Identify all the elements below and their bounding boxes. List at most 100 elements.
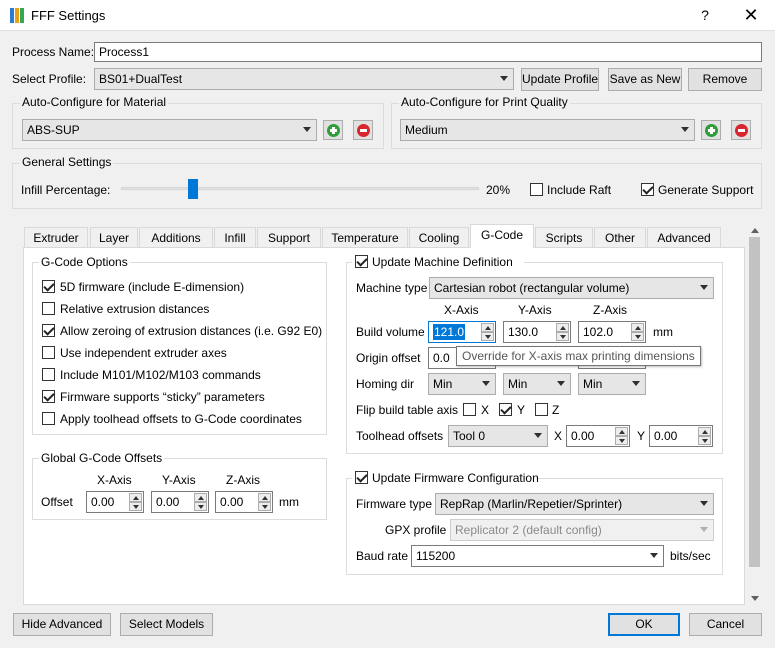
help-button[interactable]: ? — [695, 5, 715, 25]
spin-up-icon[interactable] — [481, 323, 494, 332]
flip-axis-label: Flip build table axis — [356, 403, 459, 417]
gpx-profile-label: GPX profile — [385, 523, 447, 537]
gcode-option-checkbox[interactable] — [42, 412, 55, 425]
homing-z-value: Min — [583, 377, 603, 391]
flip-z-checkbox[interactable] — [535, 403, 548, 416]
spin-down-icon[interactable] — [129, 502, 142, 511]
tab-temperature[interactable]: Temperature — [322, 227, 408, 248]
spin-up-icon[interactable] — [615, 427, 628, 436]
infill-slider-handle[interactable] — [188, 179, 198, 199]
generate-support-checkbox[interactable] — [641, 183, 654, 196]
cancel-button[interactable]: Cancel — [689, 613, 762, 636]
build-volume-x-value: 121.0 — [433, 324, 466, 340]
material-select[interactable]: ABS-SUP — [22, 119, 317, 141]
include-raft-label: Include Raft — [547, 183, 612, 197]
build-volume-z-value: 102.0 — [583, 325, 614, 339]
offset-z-value: 0.00 — [220, 495, 244, 509]
spin-down-icon[interactable] — [631, 332, 644, 341]
flip-x-checkbox[interactable] — [463, 403, 476, 416]
chevron-down-icon — [650, 553, 658, 558]
firmware-type-label: Firmware type — [356, 497, 433, 511]
gcode-option-checkbox[interactable] — [42, 346, 55, 359]
homing-x-select[interactable]: Min — [428, 373, 496, 395]
spin-down-icon[interactable] — [698, 436, 711, 445]
spin-up-icon[interactable] — [129, 493, 142, 502]
offset-z-spinbox[interactable]: 0.00 — [215, 491, 273, 513]
profile-select[interactable]: BS01+DualTest — [94, 68, 514, 90]
spin-down-icon[interactable] — [615, 436, 628, 445]
update-firmware-checkbox[interactable] — [355, 471, 368, 484]
include-raft-checkbox[interactable] — [530, 183, 543, 196]
spin-up-icon[interactable] — [258, 493, 271, 502]
save-as-new-button[interactable]: Save as New — [608, 68, 682, 91]
toolhead-x-label: X — [554, 429, 563, 443]
scrollbar[interactable] — [747, 225, 762, 605]
firmware-type-select[interactable]: RepRap (Marlin/Repetier/Sprinter) — [435, 493, 714, 515]
update-profile-button[interactable]: Update Profile — [521, 68, 599, 91]
remove-quality-button[interactable] — [731, 120, 751, 140]
gcode-option-checkbox[interactable] — [42, 390, 55, 403]
gcode-option-label: Relative extrusion distances — [60, 302, 210, 316]
gcode-option-checkbox[interactable] — [42, 368, 55, 381]
remove-material-button[interactable] — [353, 120, 373, 140]
chevron-down-icon — [681, 127, 689, 132]
origin-offset-x-value: 0.0 — [433, 351, 450, 365]
build-volume-x-spinbox[interactable]: 121.0 — [428, 321, 496, 343]
tab-g-code[interactable]: G-Code — [470, 224, 534, 248]
infill-slider-track[interactable] — [121, 187, 479, 190]
quality-select[interactable]: Medium — [400, 119, 695, 141]
add-icon — [705, 124, 718, 137]
general-settings-title: General Settings — [20, 155, 114, 169]
homing-z-select[interactable]: Min — [578, 373, 646, 395]
gcode-option-checkbox[interactable] — [42, 302, 55, 315]
spin-down-icon[interactable] — [194, 502, 207, 511]
update-machine-checkbox[interactable] — [355, 255, 368, 268]
ok-button[interactable]: OK — [608, 613, 680, 636]
toolhead-select[interactable]: Tool 0 — [448, 425, 548, 447]
toolhead-x-spinbox[interactable]: 0.00 — [566, 425, 630, 447]
flip-z-label: Z — [552, 403, 560, 417]
spin-up-icon[interactable] — [631, 323, 644, 332]
gcode-option-label: Allow zeroing of extrusion distances (i.… — [60, 324, 323, 338]
tab-extruder[interactable]: Extruder — [24, 227, 88, 248]
gpx-profile-select[interactable]: Replicator 2 (default config) — [450, 519, 714, 541]
baud-rate-select[interactable]: 115200 — [411, 545, 664, 567]
tab-support[interactable]: Support — [257, 227, 321, 248]
toolhead-y-spinbox[interactable]: 0.00 — [649, 425, 713, 447]
gcode-option-checkbox[interactable] — [42, 280, 55, 293]
flip-y-checkbox[interactable] — [499, 403, 512, 416]
build-volume-z-spinbox[interactable]: 102.0 — [578, 321, 646, 343]
spin-up-icon[interactable] — [556, 323, 569, 332]
tab-other[interactable]: Other — [594, 227, 646, 248]
add-material-button[interactable] — [323, 120, 343, 140]
add-quality-button[interactable] — [701, 120, 721, 140]
spin-up-icon[interactable] — [194, 493, 207, 502]
spin-down-icon[interactable] — [258, 502, 271, 511]
scroll-thumb[interactable] — [749, 237, 760, 567]
gcode-option-checkbox[interactable] — [42, 324, 55, 337]
homing-y-select[interactable]: Min — [503, 373, 571, 395]
close-button[interactable]: ✕ — [740, 4, 762, 26]
offset-y-spinbox[interactable]: 0.00 — [151, 491, 209, 513]
spin-down-icon[interactable] — [556, 332, 569, 341]
hide-advanced-button[interactable]: Hide Advanced — [13, 613, 111, 636]
machine-type-select[interactable]: Cartesian robot (rectangular volume) — [429, 277, 714, 299]
tab-cooling[interactable]: Cooling — [409, 227, 469, 248]
build-volume-y-spinbox[interactable]: 130.0 — [503, 321, 571, 343]
select-models-button[interactable]: Select Models — [120, 613, 213, 636]
tab-infill[interactable]: Infill — [214, 227, 256, 248]
tab-additions[interactable]: Additions — [139, 227, 213, 248]
spin-down-icon[interactable] — [481, 332, 494, 341]
offset-x-spinbox[interactable]: 0.00 — [86, 491, 144, 513]
scroll-down-icon[interactable] — [751, 596, 759, 601]
flip-y-label: Y — [517, 403, 526, 417]
build-volume-label: Build volume — [356, 325, 425, 339]
tab-advanced[interactable]: Advanced — [647, 227, 721, 248]
spin-up-icon[interactable] — [698, 427, 711, 436]
process-name-input[interactable]: Process1 — [94, 42, 762, 62]
remove-button[interactable]: Remove — [688, 68, 762, 91]
scroll-up-icon[interactable] — [751, 228, 759, 233]
chevron-down-icon — [632, 381, 640, 386]
tab-layer[interactable]: Layer — [90, 227, 138, 248]
tab-scripts[interactable]: Scripts — [535, 227, 593, 248]
